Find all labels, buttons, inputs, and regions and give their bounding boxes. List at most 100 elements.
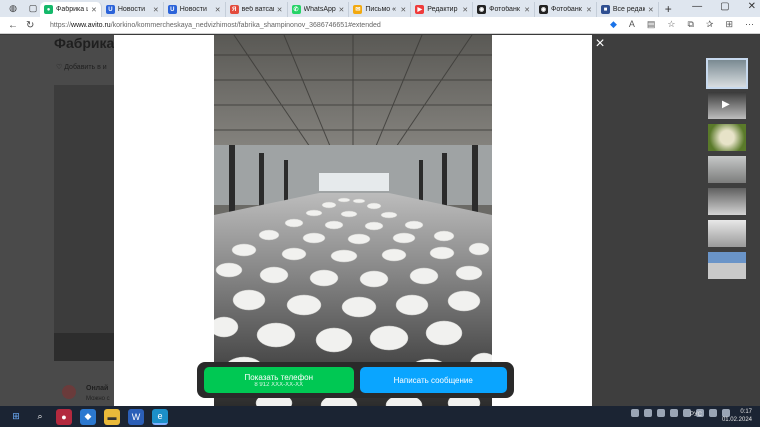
seller-avatar [62, 385, 76, 399]
close-viewer-icon[interactable]: × [592, 36, 608, 52]
profile-icon[interactable]: ◍ [6, 3, 20, 15]
system-clock[interactable]: 0:17 01.02.2024 [722, 408, 752, 424]
tab-close-icon[interactable]: ✕ [586, 6, 592, 14]
tab-close-icon[interactable]: ✕ [339, 6, 345, 14]
tab-label: Новости [117, 6, 145, 13]
split-screen-icon[interactable]: ⧉ [687, 19, 693, 30]
tab-favicon-icon: Я [229, 5, 239, 14]
system-tray [631, 409, 730, 417]
url-field[interactable]: https://www.avito.ru/korkino/kommerchesk… [50, 19, 381, 32]
tab-favicon-icon: ● [44, 5, 53, 14]
wifi-icon[interactable] [709, 409, 717, 417]
main-photo[interactable] [214, 35, 492, 406]
clock-date: 01.02.2024 [721, 417, 752, 423]
browser-tab-bar: ◍ ▢ ●Фабрика ш✕UНовости✕UНовости✕Явеб ва… [0, 0, 760, 17]
extension-icon[interactable]: ◆ [610, 19, 617, 30]
tab-favicon-icon: ◉ [539, 5, 548, 14]
favorite-star-icon[interactable]: ☆ [667, 19, 675, 30]
browser-tab[interactable]: ✆ WhatsApp ✕ [288, 2, 350, 17]
write-message-button[interactable]: Написать сообщение [359, 367, 507, 393]
tab-favicon-icon: U [105, 5, 115, 14]
browser-tab[interactable]: ◉ Фотобанк ✕ [535, 2, 597, 17]
tab-close-icon[interactable]: ✕ [648, 6, 654, 14]
tab-label: веб ватсап [241, 6, 274, 13]
browser-tab[interactable]: ◉ Фотобанк ✕ [473, 2, 535, 17]
address-bar-actions: ◆ A ▤ ☆ ⧉ ✰ ⊞ ⋯ [610, 19, 754, 30]
viewer-thumbnails: ▶ [706, 58, 748, 284]
mushroom-farm-photo [214, 35, 492, 406]
tab-favicon-icon: U [167, 5, 177, 14]
tab-favicon-icon: ■ [600, 5, 610, 14]
new-tab-button[interactable]: + [665, 2, 672, 16]
thumbnail-2[interactable]: ▶ [708, 92, 746, 119]
tab-close-icon[interactable]: ✕ [153, 6, 159, 14]
refresh-icon[interactable]: ↻ [26, 20, 36, 31]
thumbnail-6[interactable] [708, 220, 746, 247]
app-blue-icon[interactable]: ◆ [80, 408, 96, 425]
maximize-icon[interactable]: ▢ [720, 1, 729, 12]
tab-close-icon[interactable]: ✕ [524, 6, 530, 14]
show-phone-button[interactable]: Показать телефон 8 912 XXX-XX-XX [204, 367, 354, 393]
tray-icon-1[interactable] [631, 409, 639, 417]
listing-title: Фабрика [54, 35, 115, 51]
clock-time: 0:17 [740, 409, 752, 415]
tab-label: Все редак [612, 6, 645, 13]
browser-tab[interactable]: U Новости ✕ [164, 2, 226, 17]
browser-tab[interactable]: ▶ Редактир ✕ [411, 2, 474, 17]
contact-panel: Показать телефон 8 912 XXX-XX-XX Написат… [197, 362, 514, 398]
play-icon: ▶ [722, 99, 730, 110]
edge-icon[interactable]: e [152, 408, 168, 425]
browser-tab[interactable]: ■ Все редак ✕ [597, 2, 659, 17]
file-explorer-icon[interactable]: ▬ [104, 408, 120, 425]
tab-close-icon[interactable]: ✕ [400, 6, 406, 14]
address-bar: ← ↻ https://www.avito.ru/korkino/kommerc… [0, 17, 760, 34]
app-icon[interactable]: ▤ [647, 19, 656, 30]
thumbnail-7[interactable] [708, 252, 746, 279]
browser-tab[interactable]: ●Фабрика ш✕ [40, 2, 102, 17]
add-to-favorites-link[interactable]: ♡ Добавить в и [56, 63, 107, 71]
seller-status: Онлай [86, 385, 109, 392]
search-icon[interactable]: ⌕ [32, 409, 48, 425]
tab-label: Письмо « [365, 6, 397, 13]
tray-icon-4[interactable] [670, 409, 678, 417]
read-aloud-icon[interactable]: A [629, 19, 635, 30]
tab-label: Фабрика ш [56, 6, 88, 13]
input-language[interactable]: РУС [690, 412, 702, 418]
tray-icon-2[interactable] [644, 409, 652, 417]
gallery-background [54, 85, 114, 360]
start-icon[interactable]: ⊞ [8, 409, 24, 425]
tray-icon-3[interactable] [657, 409, 665, 417]
thumbnail-3[interactable] [708, 124, 746, 151]
windows-taskbar: ⊞ ⌕ ● ◆ ▬ W e РУС 0:17 01.02.2024 [0, 406, 760, 427]
favorites-icon[interactable]: ✰ [706, 19, 714, 30]
thumbnail-1[interactable] [706, 58, 748, 89]
back-icon[interactable]: ← [8, 20, 18, 31]
show-phone-label: Показать телефон [244, 372, 314, 382]
collections-icon[interactable]: ⊞ [725, 19, 733, 30]
tab-label: Фотобанк [489, 6, 520, 13]
tab-actions-icon[interactable]: ▢ [26, 3, 40, 15]
browser-tab[interactable]: ✉ Письмо «✕ [349, 2, 412, 17]
tab-label: Фотобанк [551, 6, 582, 13]
tab-favicon-icon: ◉ [477, 5, 487, 14]
settings-menu-icon[interactable]: ⋯ [745, 19, 754, 30]
tab-favicon-icon: ▶ [415, 5, 425, 14]
app-red-icon[interactable]: ● [56, 408, 72, 425]
close-window-icon[interactable]: ✕ [748, 1, 756, 12]
thumbnail-4[interactable] [708, 156, 746, 183]
tab-close-icon[interactable]: ✕ [91, 6, 97, 14]
window-controls: — ▢ ✕ [692, 1, 756, 12]
page-thumbnails [54, 333, 114, 361]
image-viewer [114, 35, 592, 406]
minimize-icon[interactable]: — [692, 1, 702, 12]
tab-close-icon[interactable]: ✕ [215, 6, 221, 14]
browser-tab[interactable]: U Новости ✕ [102, 2, 164, 17]
add-to-favorites-label: Добавить в и [64, 64, 107, 71]
tab-close-icon[interactable]: ✕ [277, 6, 283, 14]
url-path: /korkino/kommercheskaya_nedvizhimost/fab… [110, 21, 381, 29]
url-prefix: https:// [50, 21, 72, 29]
tab-close-icon[interactable]: ✕ [462, 6, 468, 14]
thumbnail-5[interactable] [708, 188, 746, 215]
word-icon[interactable]: W [128, 408, 144, 425]
browser-tab[interactable]: Явеб ватсап ✕ [226, 2, 288, 17]
